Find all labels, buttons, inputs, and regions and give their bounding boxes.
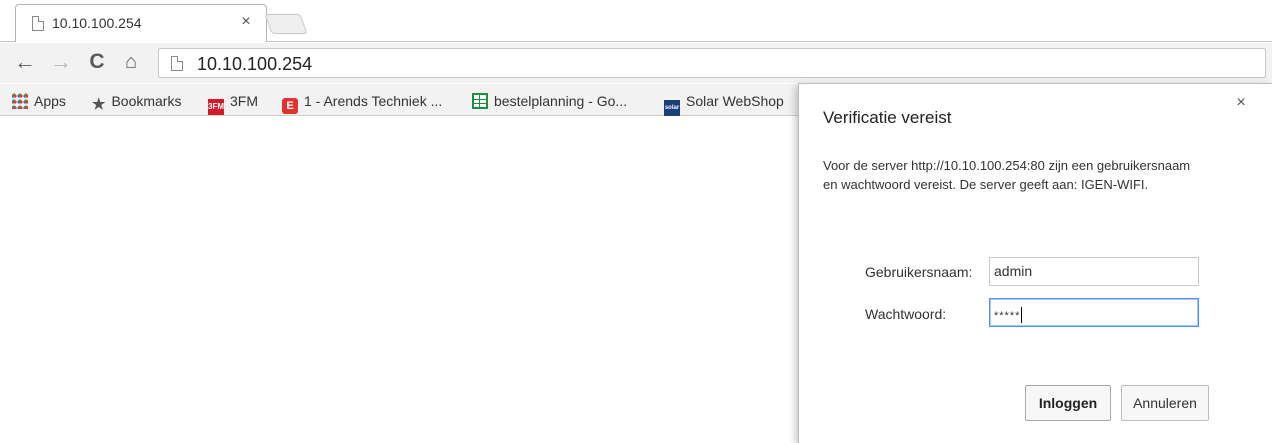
url-text[interactable]: 10.10.100.254 bbox=[197, 54, 312, 75]
password-label: Wachtwoord: bbox=[865, 306, 947, 322]
sheets-icon bbox=[472, 93, 488, 109]
bookmark-label: Apps bbox=[34, 93, 66, 109]
page-icon bbox=[171, 56, 183, 71]
login-button[interactable]: Inloggen bbox=[1025, 385, 1111, 421]
new-tab-button[interactable] bbox=[264, 14, 308, 34]
password-field[interactable]: ***** bbox=[989, 298, 1199, 327]
cancel-button[interactable]: Annuleren bbox=[1121, 385, 1209, 421]
auth-dialog: × Verificatie vereist Voor de server htt… bbox=[798, 83, 1272, 443]
tab-close-icon[interactable]: × bbox=[238, 14, 254, 30]
text-caret bbox=[1021, 307, 1023, 323]
dialog-message: Voor de server http://10.10.100.254:80 z… bbox=[823, 158, 1191, 192]
close-icon[interactable]: × bbox=[1232, 94, 1250, 112]
3fm-icon: 3FM bbox=[208, 99, 224, 115]
dialog-title: Verificatie vereist bbox=[823, 108, 952, 127]
username-field[interactable]: admin bbox=[989, 257, 1199, 286]
bookmark-bookmarks[interactable]: ★ Bookmarks bbox=[92, 92, 182, 113]
bookmark-label: 1 - Arends Techniek ... bbox=[304, 93, 443, 109]
tab-strip: 10.10.100.254 × bbox=[0, 0, 1272, 42]
bookmark-apps[interactable]: Apps bbox=[12, 92, 66, 110]
e-icon: E bbox=[282, 98, 298, 114]
browser-tab[interactable]: 10.10.100.254 × bbox=[15, 4, 267, 42]
username-label: Gebruikersnaam: bbox=[865, 264, 973, 280]
bookmark-label: bestelplanning - Go... bbox=[494, 93, 628, 109]
address-bar[interactable]: 10.10.100.254 bbox=[158, 48, 1266, 78]
forward-icon[interactable]: → bbox=[48, 49, 74, 75]
bookmark-3fm[interactable]: 3FM 3FM bbox=[208, 92, 258, 115]
solar-icon: solar bbox=[664, 100, 680, 116]
bookmark-solar-webshop[interactable]: solar Solar WebShop bbox=[664, 92, 784, 116]
bookmark-label: Bookmarks bbox=[111, 93, 182, 109]
tab-title: 10.10.100.254 bbox=[52, 15, 142, 31]
password-mask: ***** bbox=[994, 310, 1021, 322]
star-icon: ★ bbox=[92, 96, 106, 113]
page-icon bbox=[32, 16, 44, 31]
home-icon[interactable]: ⌂ bbox=[118, 49, 144, 75]
reload-icon[interactable]: C bbox=[84, 49, 110, 75]
bookmark-label: Solar WebShop bbox=[686, 93, 784, 109]
bookmark-arends-techniek[interactable]: E 1 - Arends Techniek ... bbox=[282, 92, 443, 114]
bookmark-label: 3FM bbox=[230, 93, 258, 109]
back-icon[interactable]: ← bbox=[12, 49, 38, 75]
browser-toolbar: ← → C ⌂ 10.10.100.254 bbox=[0, 43, 1272, 83]
bookmark-bestelplanning[interactable]: bestelplanning - Go... bbox=[472, 92, 627, 110]
apps-grid-icon bbox=[12, 93, 28, 109]
